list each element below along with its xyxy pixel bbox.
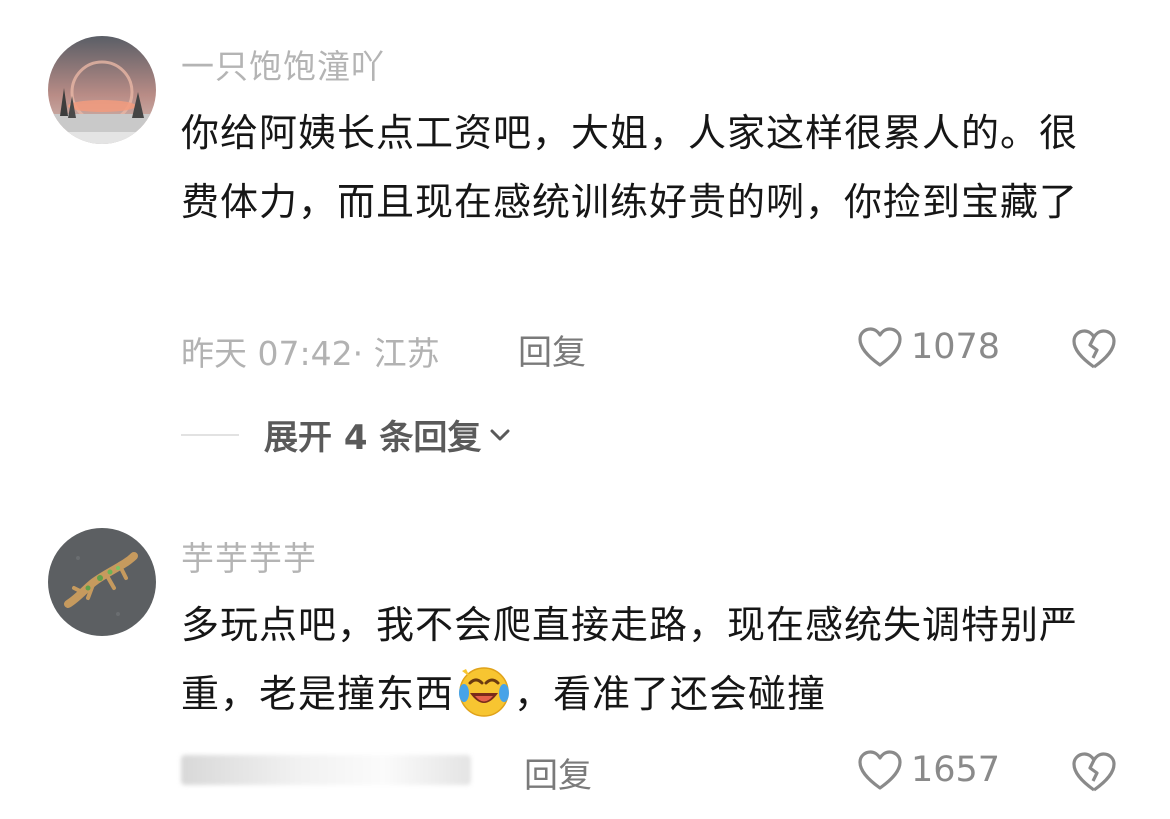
avatar[interactable] <box>48 528 156 636</box>
broken-heart-icon <box>1072 752 1116 792</box>
dislike-button[interactable] <box>1071 751 1117 797</box>
like-button[interactable]: 1657 <box>857 749 1000 791</box>
time-location: 昨天 07:42· 江苏 <box>181 334 440 373</box>
blurred-text <box>181 755 471 785</box>
chevron-down-icon <box>490 429 510 440</box>
heart-icon <box>858 327 902 367</box>
comment-text-part: ，看准了还会碰撞 <box>514 672 827 716</box>
comment-text: 你给阿姨长点工资吧，大姐，人家这样很累人的。很费体力，而且现在感统训练好贵的咧，… <box>181 111 1079 224</box>
avatar[interactable] <box>48 36 156 144</box>
expand-replies-button[interactable]: 展开 4 条回复 <box>264 410 513 459</box>
expand-replies-label: 展开 4 条回复 <box>264 418 482 458</box>
lizard-figure-avatar-icon <box>48 528 156 636</box>
reply-button[interactable]: 回复 <box>518 325 586 374</box>
rolling-laughing-face-icon <box>459 667 510 717</box>
like-button[interactable]: 1078 <box>857 326 1000 368</box>
expand-replies[interactable]: 展开 4 条回复 <box>181 410 513 459</box>
sunset-landscape-avatar-icon <box>48 36 156 144</box>
broken-heart-icon <box>1072 329 1116 369</box>
like-count: 1078 <box>911 327 1001 367</box>
like-count: 1657 <box>911 750 1001 790</box>
comment-item: 一只饱饱潼吖 你给阿姨长点工资吧，大姐，人家这样很累人的。很费体力，而且现在感统… <box>0 0 1170 470</box>
username[interactable]: 芋芋芋芋 <box>181 532 317 580</box>
comment-text: 多玩点吧，我不会爬直接走路，现在感统失调特别严重，老是撞东西 ，看准了还会碰撞 <box>181 591 1116 729</box>
username[interactable]: 一只饱饱潼吖 <box>181 40 385 88</box>
dislike-button[interactable] <box>1071 328 1117 374</box>
comment-item: 芋芋芋芋 多玩点吧，我不会爬直接走路，现在感统失调特别严重，老是撞东西 ，看准了… <box>0 470 1170 819</box>
heart-icon <box>858 750 902 790</box>
reply-button[interactable]: 回复 <box>524 748 592 797</box>
divider <box>181 433 239 436</box>
time-location-blurred <box>181 750 471 790</box>
